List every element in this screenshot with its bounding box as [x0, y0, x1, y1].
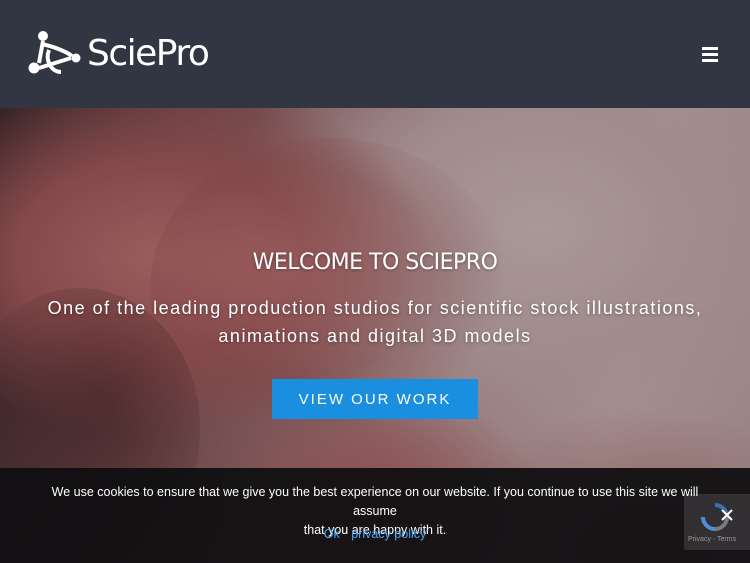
site-header: SciePro [0, 0, 750, 108]
cookie-actions: Ok privacy policy [0, 527, 750, 541]
logo-text: SciePro [87, 33, 210, 74]
close-icon[interactable] [719, 507, 735, 523]
logo[interactable]: SciePro [27, 28, 227, 80]
hero-title: WELCOME TO SCIEPRO [252, 250, 498, 275]
recaptcha-links[interactable]: Privacy - Terms [688, 536, 736, 543]
hero-subtitle-line2: animations and digital 3D models [218, 326, 532, 346]
view-our-work-button[interactable]: VIEW OUR WORK [272, 379, 478, 419]
cookie-notice: We use cookies to ensure that we give yo… [0, 468, 750, 563]
cookie-ok-button[interactable]: Ok [324, 527, 340, 541]
hamburger-menu-icon [702, 47, 718, 62]
hero-subtitle-line1: One of the leading production studios fo… [47, 298, 703, 318]
sciepro-logo-icon [28, 31, 81, 74]
hamburger-menu-button[interactable] [699, 44, 723, 64]
cookie-message-line1: We use cookies to ensure that we give yo… [51, 485, 699, 518]
hero-subtitle: One of the leading production studios fo… [30, 294, 720, 350]
privacy-policy-link[interactable]: privacy policy [351, 527, 426, 541]
recaptcha-badge[interactable]: Privacy - Terms [684, 494, 750, 550]
